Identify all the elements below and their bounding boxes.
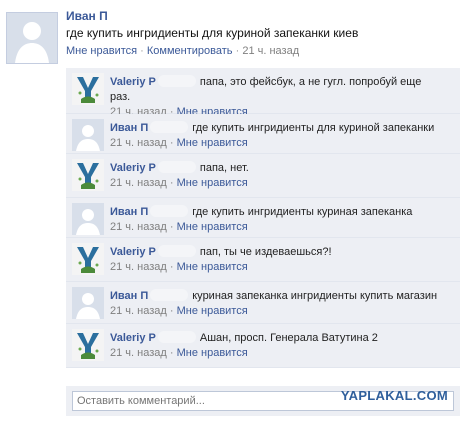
comment-avatar[interactable] <box>72 203 104 235</box>
y-logo-icon <box>72 73 104 105</box>
comment-avatar[interactable] <box>72 243 104 275</box>
post-text: где купить ингридиенты для куриной запек… <box>66 26 359 40</box>
comment-avatar[interactable] <box>72 329 104 361</box>
comment-time: 21 ч. назад <box>110 137 167 149</box>
comment-text: Ашан, просп. Генерала Ватутина 2 <box>199 332 378 344</box>
separator-dot: · <box>140 45 144 57</box>
comment: Valeriy P папа, это фейсбук, а не гугл. п… <box>66 68 460 118</box>
comment-avatar[interactable] <box>72 159 104 191</box>
comment-meta: 21 ч. назад · Мне нравится <box>110 346 452 361</box>
y-logo-icon <box>72 329 104 361</box>
comment-text: пап, ты че издеваешься?! <box>199 246 332 258</box>
comment-text: папа, это фейсбук, а не гугл. попробуй е… <box>199 76 422 88</box>
comment-body: Valeriy P Ашан, просп. Генерала Ватутина … <box>110 331 452 361</box>
post-time: 21 ч. назад <box>242 45 300 57</box>
comment-body: Иван П куриная запеканка ингридиенты купи… <box>110 289 452 319</box>
comment: Valeriy P Ашан, просп. Генерала Ватутина … <box>66 324 460 368</box>
comment-like-link[interactable]: Мне нравится <box>177 221 248 233</box>
comment-line: Иван П куриная запеканка ингридиенты купи… <box>110 289 452 304</box>
comment-time: 21 ч. назад <box>110 221 167 233</box>
comment: Valeriy P папа, нет. 21 ч. назад · Мне нра… <box>66 154 460 198</box>
redacted-surname <box>150 205 189 217</box>
comment-like-link[interactable]: Мне нравится <box>177 305 248 317</box>
redacted-surname <box>157 161 196 173</box>
comment-author[interactable]: Valeriy P <box>110 76 156 88</box>
comment-line: Иван П где купить ингридиенты для куриной… <box>110 121 452 136</box>
comment-author[interactable]: Valeriy P <box>110 332 156 344</box>
comment-body: Иван П где купить ингридиенты куриная зап… <box>110 205 452 235</box>
default-avatar-icon <box>7 13 57 63</box>
separator-dot: · <box>169 261 174 273</box>
comment-meta: 21 ч. назад · Мне нравится <box>110 220 452 235</box>
comment: Valeriy P пап, ты че издеваешься?! 21 ч. н… <box>66 238 460 282</box>
comment-body: Иван П где купить ингридиенты для куриной… <box>110 121 452 151</box>
comment-line: Valeriy P Ашан, просп. Генерала Ватутина … <box>110 331 452 346</box>
comment-thread: Valeriy P папа, это фейсбук, а не гугл. п… <box>66 68 460 368</box>
post-body: Иван П где купить ингридиенты для курино… <box>66 8 464 60</box>
comment-avatar[interactable] <box>72 73 104 105</box>
comment-text: папа, нет. <box>199 162 249 174</box>
post-author[interactable]: Иван П <box>66 8 464 24</box>
redacted-surname <box>150 289 189 301</box>
separator-dot: · <box>169 137 174 149</box>
comment-time: 21 ч. назад <box>110 177 167 189</box>
separator-dot: · <box>169 305 174 317</box>
separator-dot: · <box>169 347 174 359</box>
comment-time: 21 ч. назад <box>110 305 167 317</box>
comment-like-link[interactable]: Мне нравится <box>177 347 248 359</box>
comment-text: куриная запеканка ингридиенты купить маг… <box>192 290 438 302</box>
post-avatar[interactable] <box>6 12 58 64</box>
comment-body: Valeriy P пап, ты че издеваешься?! 21 ч. н… <box>110 245 452 275</box>
comment-avatar[interactable] <box>72 119 104 151</box>
separator-dot: · <box>235 45 240 57</box>
default-avatar-icon <box>72 203 104 235</box>
comment-author[interactable]: Иван П <box>110 122 148 134</box>
comment-line: Valeriy P папа, нет. <box>110 161 452 176</box>
comment-author[interactable]: Valeriy P <box>110 162 156 174</box>
default-avatar-icon <box>72 287 104 319</box>
default-avatar-icon <box>72 119 104 151</box>
watermark: YAPLAKAL.COM <box>340 388 448 403</box>
redacted-surname <box>150 121 189 133</box>
comment-body: Valeriy P папа, нет. 21 ч. назад · Мне нра… <box>110 161 452 191</box>
y-logo-icon <box>72 159 104 191</box>
comment-time: 21 ч. назад <box>110 347 167 359</box>
post-comment-link[interactable]: Комментировать <box>147 45 233 57</box>
comment: Иван П где купить ингридиенты для куриной… <box>66 114 460 154</box>
comment-like-link[interactable]: Мне нравится <box>177 137 248 149</box>
y-logo-icon <box>72 243 104 275</box>
comment-meta: 21 ч. назад · Мне нравится <box>110 304 452 319</box>
post-like-link[interactable]: Мне нравится <box>66 45 137 57</box>
comment-time: 21 ч. назад <box>110 261 167 273</box>
comment-like-link[interactable]: Мне нравится <box>177 177 248 189</box>
comment-line: Valeriy P папа, это фейсбук, а не гугл. п… <box>110 75 452 90</box>
comment-text: где купить ингридиенты для куриной запек… <box>192 122 435 134</box>
comment-author[interactable]: Иван П <box>110 206 148 218</box>
comment-meta: 21 ч. назад · Мне нравится <box>110 136 452 151</box>
comment-text: где купить ингридиенты куриная запеканка <box>192 206 413 218</box>
comment-meta: 21 ч. назад · Мне нравится <box>110 260 452 275</box>
comment-line: Valeriy P пап, ты че издеваешься?! <box>110 245 452 260</box>
comment-line: Иван П где купить ингридиенты куриная зап… <box>110 205 452 220</box>
separator-dot: · <box>169 221 174 233</box>
comment-meta: 21 ч. назад · Мне нравится <box>110 176 452 191</box>
redacted-surname <box>157 245 196 257</box>
comment-text-continued: раз. <box>110 91 131 103</box>
comment-like-link[interactable]: Мне нравится <box>177 261 248 273</box>
redacted-surname <box>157 331 196 343</box>
comment-author[interactable]: Valeriy P <box>110 246 156 258</box>
post-meta: Мне нравится · Комментировать · 21 ч. на… <box>66 42 464 60</box>
separator-dot: · <box>169 177 174 189</box>
comment-avatar[interactable] <box>72 287 104 319</box>
comment-author[interactable]: Иван П <box>110 290 148 302</box>
comment: Иван П где купить ингридиенты куриная зап… <box>66 198 460 238</box>
comment: Иван П куриная запеканка ингридиенты купи… <box>66 282 460 324</box>
redacted-surname <box>157 75 196 87</box>
